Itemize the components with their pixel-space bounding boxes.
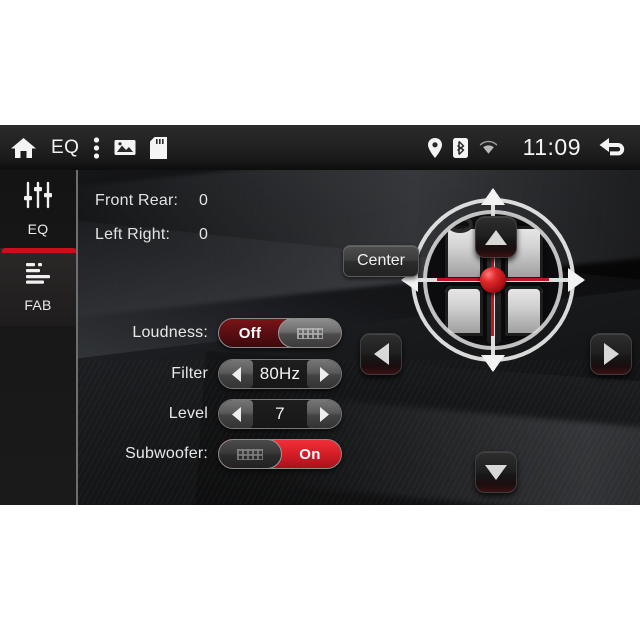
grip-icon xyxy=(297,327,323,339)
balance-arrow-down-icon[interactable] xyxy=(481,355,505,372)
sidebar-item-eq[interactable]: EQ xyxy=(0,170,76,248)
gallery-icon[interactable] xyxy=(114,138,136,157)
readout-left-right-label: Left Right: xyxy=(95,226,171,243)
front-up-button[interactable] xyxy=(475,216,517,258)
bluetooth-icon xyxy=(452,137,468,158)
sd-card-icon[interactable] xyxy=(150,136,168,159)
triangle-left-icon xyxy=(373,343,389,365)
readout-front-rear: Front Rear: 0 xyxy=(95,192,208,210)
level-stepper[interactable]: 7 xyxy=(218,399,342,429)
triangle-down-icon xyxy=(485,464,507,480)
right-button[interactable] xyxy=(590,333,632,375)
level-decrement-button[interactable] xyxy=(219,400,253,428)
menu-dots-icon[interactable] xyxy=(93,136,100,160)
balance-arrow-right-icon[interactable] xyxy=(568,268,585,292)
readout-left-right: Left Right: 0 xyxy=(95,226,208,244)
filter-decrement-button[interactable] xyxy=(219,360,253,388)
filter-increment-button[interactable] xyxy=(307,360,341,388)
sidebar-item-eq-label: EQ xyxy=(27,221,49,237)
subwoofer-toggle-knob[interactable] xyxy=(219,440,282,468)
readout-front-rear-label: Front Rear: xyxy=(95,192,179,209)
equalizer-sliders-icon xyxy=(23,181,53,214)
readouts-group: Front Rear: 0 Left Right: 0 xyxy=(95,192,208,260)
fader-bars-icon xyxy=(24,261,52,290)
loudness-label: Loudness: xyxy=(132,324,208,341)
level-label: Level xyxy=(168,405,208,422)
status-bar-left-group: EQ xyxy=(10,136,168,160)
wifi-icon xyxy=(479,140,498,155)
head-unit-screen: EQ 11:09 EQ FAB Front Rear: 0 Left Right… xyxy=(0,125,640,505)
balance-arrow-up-icon[interactable] xyxy=(481,188,505,205)
triangle-right-icon xyxy=(603,343,619,365)
status-bar-right-group: 11:09 xyxy=(427,134,628,161)
readout-left-right-value: 0 xyxy=(199,226,208,243)
level-value: 7 xyxy=(275,404,285,423)
location-pin-icon xyxy=(427,137,442,158)
content-area: EQ FAB Front Rear: 0 Left Right: 0 Cente… xyxy=(0,170,640,505)
loudness-toggle[interactable]: Off xyxy=(218,318,342,348)
subwoofer-toggle[interactable]: On xyxy=(218,439,342,469)
status-eq-label[interactable]: EQ xyxy=(51,137,79,159)
sidebar: EQ FAB xyxy=(0,170,78,505)
home-icon[interactable] xyxy=(10,136,37,160)
loudness-toggle-knob[interactable] xyxy=(278,319,341,347)
subwoofer-toggle-value: On xyxy=(299,445,321,463)
subwoofer-label: Subwoofer: xyxy=(125,445,208,462)
level-row: Level 7 xyxy=(156,399,346,429)
status-bar: EQ 11:09 xyxy=(0,125,640,170)
loudness-row: Loudness: Off xyxy=(96,318,346,348)
filter-value: 80Hz xyxy=(259,364,301,383)
balance-center-knob[interactable] xyxy=(480,267,506,293)
readout-front-rear-value: 0 xyxy=(199,192,208,209)
filter-label: Filter xyxy=(171,365,208,382)
left-button[interactable] xyxy=(360,333,402,375)
rear-down-button[interactable] xyxy=(475,451,517,493)
back-arrow-icon[interactable] xyxy=(598,136,628,160)
grip-icon xyxy=(237,448,263,460)
subwoofer-row: Subwoofer: On xyxy=(90,439,346,469)
filter-row: Filter 80Hz xyxy=(156,359,346,389)
sidebar-item-fab-label: FAB xyxy=(24,297,52,313)
level-increment-button[interactable] xyxy=(307,400,341,428)
filter-stepper[interactable]: 80Hz xyxy=(218,359,342,389)
center-button[interactable]: Center xyxy=(343,245,419,277)
status-clock: 11:09 xyxy=(522,134,581,160)
loudness-toggle-value: Off xyxy=(238,324,262,342)
main-panel: Front Rear: 0 Left Right: 0 Center Loudn… xyxy=(78,170,640,505)
sidebar-item-fab[interactable]: FAB xyxy=(0,248,76,326)
triangle-up-icon xyxy=(485,229,507,245)
